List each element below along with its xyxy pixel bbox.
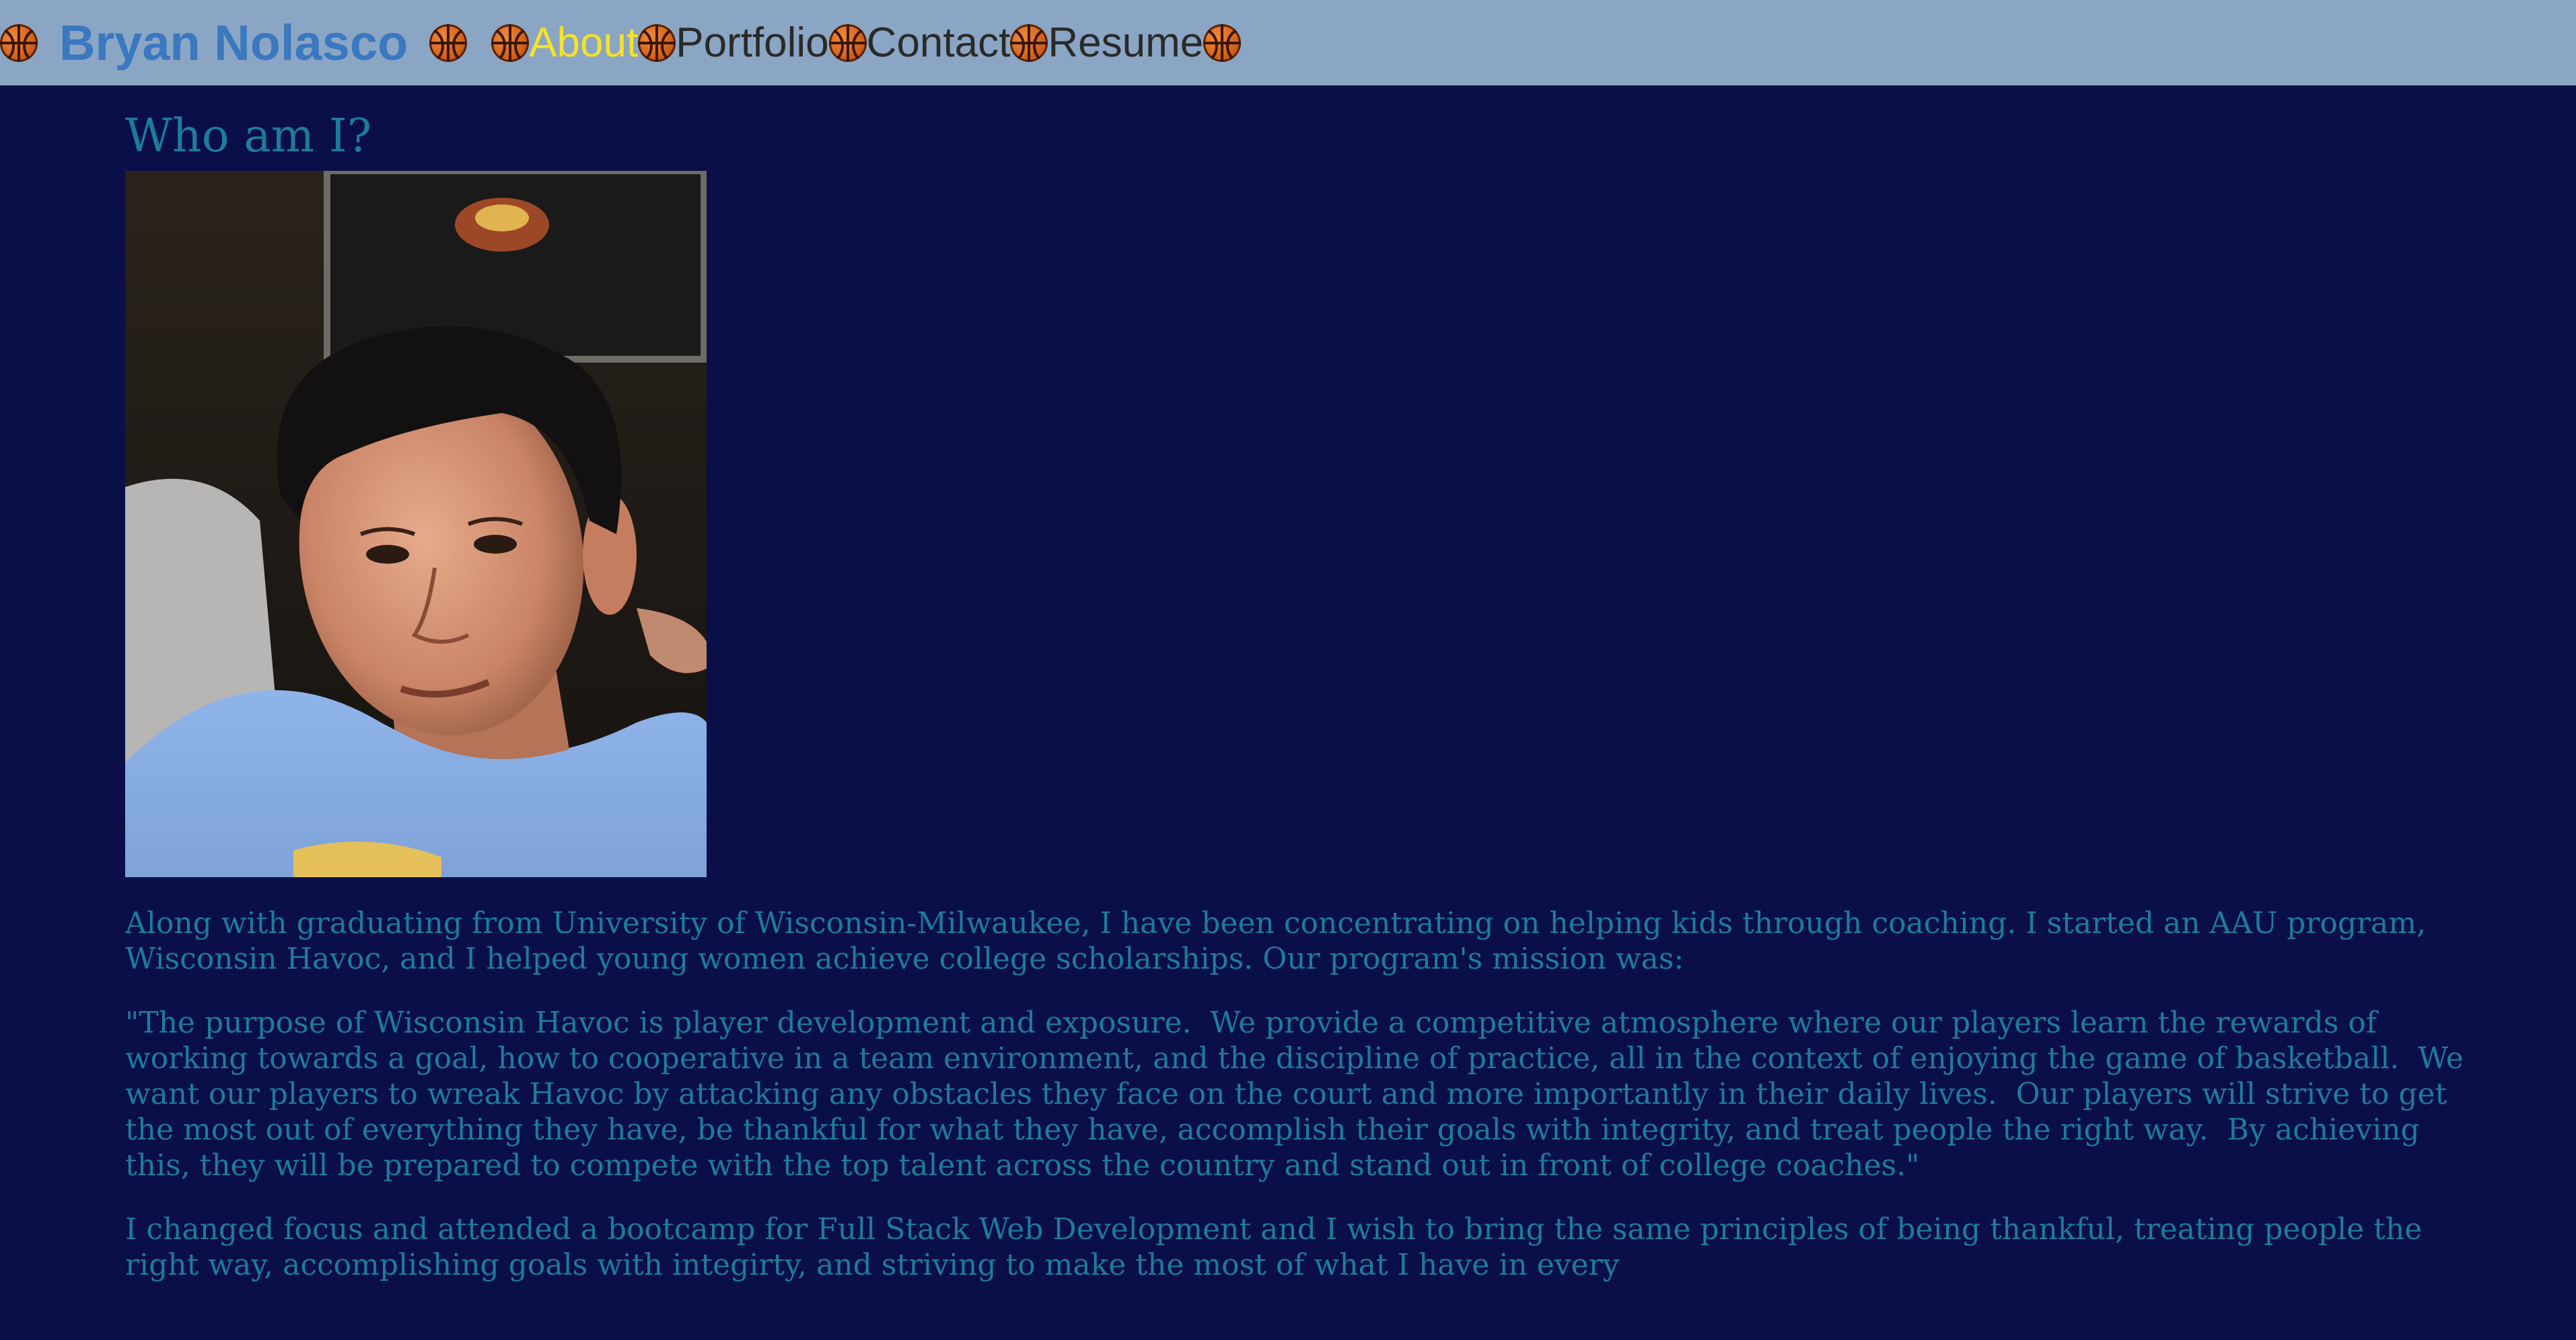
basketball-icon — [0, 24, 38, 62]
basketball-icon — [638, 24, 676, 62]
profile-photo — [125, 171, 707, 877]
nav-about-link[interactable]: About — [529, 19, 638, 67]
mission-quote: "The purpose of Wisconsin Havoc is playe… — [125, 1006, 2473, 1183]
nav-portfolio-link[interactable]: Portfolio — [676, 19, 828, 67]
nav-contact-link[interactable]: Contact — [867, 19, 1011, 67]
basketball-icon — [1203, 24, 1242, 62]
navbar: Bryan Nolasco About Portfolio Contact Re… — [0, 0, 2576, 85]
basketball-icon — [429, 24, 468, 62]
about-paragraph: Along with graduating from University of… — [125, 906, 2436, 976]
bootcamp-paragraph: I changed focus and attended a bootcamp … — [125, 1212, 2432, 1282]
about-section: Who am I? Along with graduating from Uni… — [125, 85, 2480, 1283]
brand-name[interactable]: Bryan Nolasco — [59, 14, 408, 71]
basketball-icon — [491, 24, 530, 62]
basketball-icon — [828, 24, 867, 62]
page-title: Who am I? — [125, 110, 372, 163]
basketball-icon — [1010, 24, 1048, 62]
nav-resume-link[interactable]: Resume — [1048, 19, 1203, 67]
